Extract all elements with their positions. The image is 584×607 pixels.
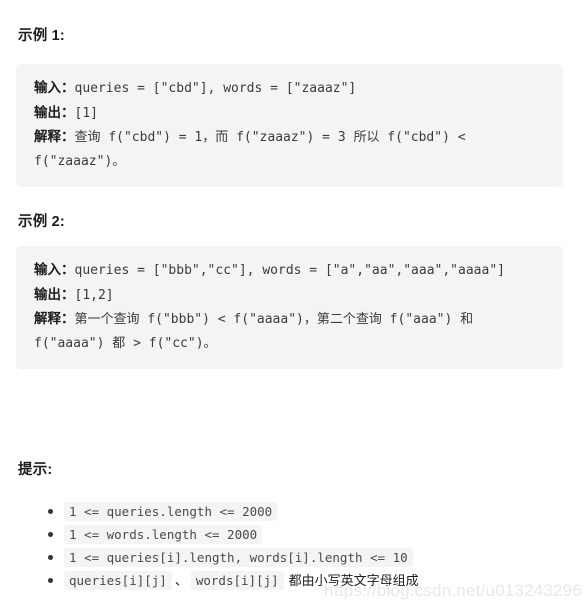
example-2-explanation-label: 解释： bbox=[34, 311, 75, 326]
bullet-icon bbox=[48, 578, 53, 583]
example-1-input-label: 输入： bbox=[34, 80, 75, 95]
hint-item-4-separator: 、 bbox=[174, 573, 188, 588]
example-1-output-value: [1] bbox=[74, 105, 98, 121]
hint-item-4-code-second: words[i][j] bbox=[190, 571, 284, 590]
hint-item-3-code: 1 <= queries[i].length, words[i].length … bbox=[64, 548, 413, 567]
example-1-output-label: 输出： bbox=[34, 104, 75, 120]
example-2-output-label: 输出： bbox=[34, 286, 75, 302]
watermark: https://blog.csdn.net/u013243296 bbox=[324, 581, 582, 600]
example-2-input-value: queries = ["bbb","cc"], words = ["a","aa… bbox=[74, 263, 505, 278]
hint-item-2-text: 1 <= words.length <= 2000 bbox=[64, 523, 263, 546]
hint-item-3-text: 1 <= queries[i].length, words[i].length … bbox=[64, 546, 413, 569]
hint-item-4-code-first: queries[i][j] bbox=[64, 571, 172, 590]
example-1-explanation-line: 解释：查询 f("cbd") = 1，而 f("zaaaz") = 3 所以 f… bbox=[34, 125, 545, 173]
bullet-icon bbox=[48, 555, 53, 560]
example-1-input-line: 输入：queries = ["cbd"], words = ["zaaaz"] bbox=[34, 76, 545, 101]
bullet-icon bbox=[48, 532, 53, 537]
problem-description-page: 示例 1: 输入：queries = ["cbd"], words = ["za… bbox=[0, 0, 584, 607]
example-1-heading: 示例 1: bbox=[18, 28, 65, 44]
example-1-explanation-label: 解释： bbox=[34, 129, 75, 144]
example-2-code-block: 输入：queries = ["bbb","cc"], words = ["a",… bbox=[16, 246, 563, 369]
hint-item-1-text: 1 <= queries.length <= 2000 bbox=[64, 500, 278, 523]
example-1-input-value: queries = ["cbd"], words = ["zaaaz"] bbox=[74, 81, 357, 96]
example-2-input-line: 输入：queries = ["bbb","cc"], words = ["a",… bbox=[34, 258, 545, 283]
example-2-input-label: 输入： bbox=[34, 262, 75, 277]
hint-item-2-code: 1 <= words.length <= 2000 bbox=[64, 525, 263, 544]
example-2-explanation-line: 解释：第一个查询 f("bbb") < f("aaaa")，第二个查询 f("a… bbox=[34, 307, 545, 355]
example-1-output-line: 输出：[1] bbox=[34, 101, 545, 126]
example-2-output-line: 输出：[1,2] bbox=[34, 283, 545, 308]
bullet-icon bbox=[48, 509, 53, 514]
example-2-heading: 示例 2: bbox=[18, 214, 65, 230]
example-1-explanation-value: 查询 f("cbd") = 1，而 f("zaaaz") = 3 所以 f("c… bbox=[34, 130, 466, 169]
hints-heading: 提示: bbox=[18, 462, 53, 478]
example-1-code-block: 输入：queries = ["cbd"], words = ["zaaaz"] … bbox=[16, 64, 563, 187]
example-2-explanation-value: 第一个查询 f("bbb") < f("aaaa")，第二个查询 f("aaa"… bbox=[34, 312, 474, 351]
example-2-output-value: [1,2] bbox=[74, 287, 114, 303]
hint-item-1-code: 1 <= queries.length <= 2000 bbox=[64, 502, 278, 521]
